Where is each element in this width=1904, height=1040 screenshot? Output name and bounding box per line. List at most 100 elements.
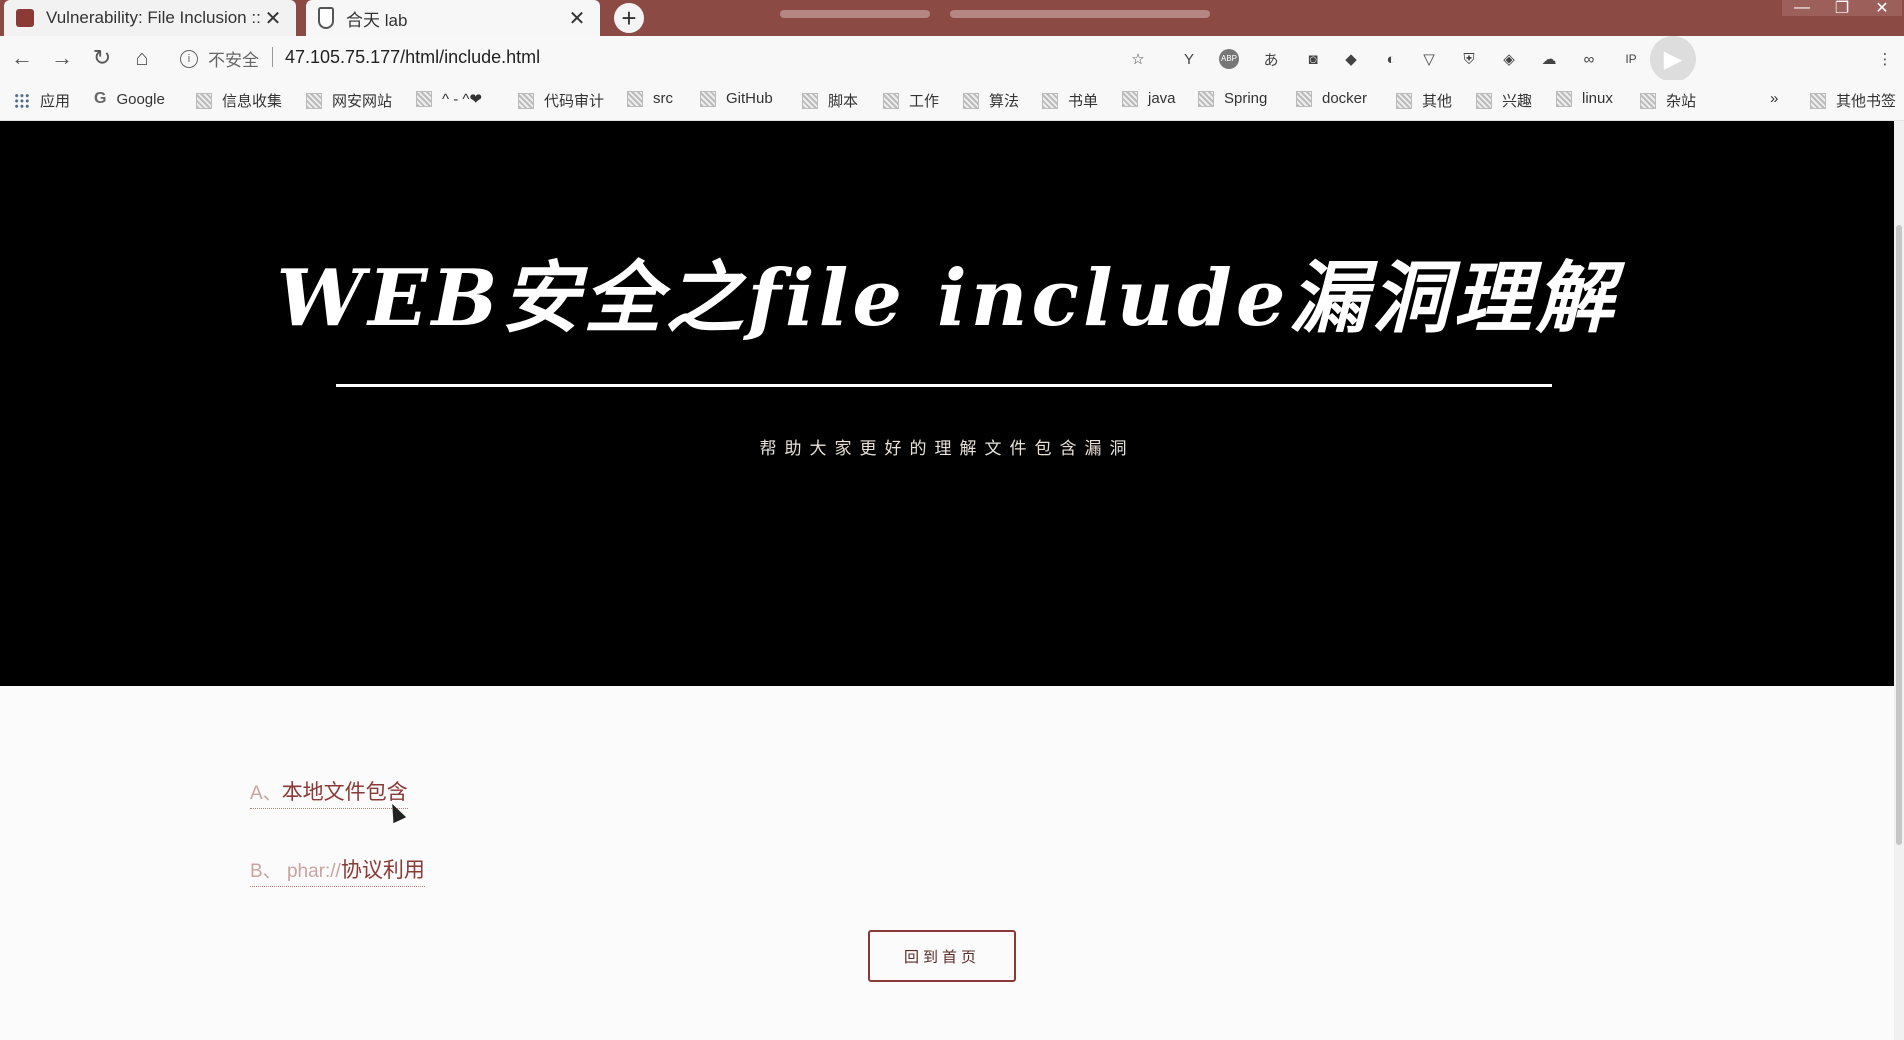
bookmark-folder[interactable]: 工作 xyxy=(883,90,939,111)
bookmark-folder[interactable]: 兴趣 xyxy=(1476,90,1532,111)
bookmark-folder[interactable]: 其他 xyxy=(1396,90,1452,111)
bookmark-folder[interactable]: Spring xyxy=(1198,90,1267,107)
hero-subtitle: 帮助大家更好的理解文件包含漏洞 xyxy=(759,439,1135,458)
bookmark-folder[interactable]: docker xyxy=(1296,90,1367,107)
tab-hetian-lab[interactable]: 合天 lab ✕ xyxy=(306,0,600,36)
close-window-icon[interactable]: ✕ xyxy=(1862,0,1902,17)
bookmark-folder[interactable]: 书单 xyxy=(1042,90,1098,111)
bookmark-folder[interactable]: src xyxy=(627,90,673,107)
bookmark-folder[interactable]: 算法 xyxy=(963,90,1019,111)
shield-favicon-icon xyxy=(318,7,334,29)
bookmarks-overflow-button[interactable]: » xyxy=(1770,90,1778,107)
apps-icon xyxy=(14,92,30,109)
folder-icon xyxy=(1476,92,1492,109)
back-icon[interactable]: ← xyxy=(8,44,36,72)
bookmark-label: Google xyxy=(116,90,165,108)
folder-icon xyxy=(1640,92,1656,109)
tab-file-inclusion[interactable]: Vulnerability: File Inclusion :: D ✕ xyxy=(4,0,296,36)
bookmark-apps[interactable]: 应用 xyxy=(14,90,70,111)
bookmark-label: java xyxy=(1148,90,1176,107)
forward-icon[interactable]: → xyxy=(48,44,76,72)
new-tab-button[interactable]: + xyxy=(614,3,644,33)
content-section: A、本地文件包含 B、 phar://协议利用 回到首页 xyxy=(0,686,1894,1040)
dvwa-favicon-icon xyxy=(16,9,34,27)
back-to-home-button[interactable]: 回到首页 xyxy=(868,930,1016,982)
link-prefix: B、 phar:// xyxy=(250,861,341,882)
folder-icon xyxy=(518,92,534,109)
bookmark-folder[interactable]: 代码审计 xyxy=(518,90,604,111)
link-label: 协议利用 xyxy=(340,859,425,882)
diamond-icon[interactable]: ◈ xyxy=(1498,48,1520,70)
folder-icon xyxy=(1556,90,1572,107)
translate-icon[interactable]: あ xyxy=(1260,48,1282,70)
bookmark-folder[interactable]: linux xyxy=(1556,90,1613,107)
bookmark-label: src xyxy=(653,90,673,107)
security-label: 不安全 xyxy=(208,51,259,70)
folder-icon xyxy=(1122,90,1138,107)
home-icon[interactable]: ⌂ xyxy=(128,44,156,72)
bookmark-label: docker xyxy=(1322,90,1368,107)
bookmark-folder[interactable]: 网安网站 xyxy=(306,90,392,111)
folder-icon xyxy=(883,92,899,109)
swirl-icon[interactable]: ◐ xyxy=(1380,48,1402,70)
hero-divider xyxy=(336,384,1552,387)
bookmark-folder[interactable]: ^ - ^❤ xyxy=(416,90,482,108)
bookmark-google[interactable]: G Google xyxy=(94,90,165,108)
tab-title: 合天 lab xyxy=(346,10,408,30)
maximize-icon[interactable]: ❐ xyxy=(1822,0,1862,17)
folder-icon xyxy=(196,92,212,109)
link-icon[interactable]: ∞ xyxy=(1578,48,1600,70)
menu-icon[interactable]: ⋮ xyxy=(1874,48,1896,70)
bookmark-folder[interactable]: 信息收集 xyxy=(196,90,282,111)
hero-banner: WEB安全之file include漏洞理解 帮助大家更好的理解文件包含漏洞 xyxy=(0,121,1894,686)
link-prefix: A、 xyxy=(250,783,282,804)
close-icon[interactable]: ✕ xyxy=(566,6,588,31)
bookmark-label: 工作 xyxy=(909,93,940,110)
folder-icon xyxy=(1810,92,1826,109)
bookmark-label: 代码审计 xyxy=(544,93,605,110)
tab-strip: Vulnerability: File Inclusion :: D ✕ 合天 … xyxy=(0,0,1904,36)
bookmark-folder[interactable]: 脚本 xyxy=(802,90,858,111)
bookmark-label: 书单 xyxy=(1068,93,1099,110)
other-bookmarks[interactable]: 其他书签 xyxy=(1810,90,1896,111)
bookmark-label: 网安网站 xyxy=(332,93,393,110)
bookmark-label: 信息收集 xyxy=(222,93,283,110)
browser-toolbar: ← → ↻ ⌂ i 不安全 47.105.75.177/html/include… xyxy=(0,36,1904,82)
ip-icon[interactable]: IP xyxy=(1620,48,1642,70)
folder-icon xyxy=(963,92,979,109)
watermark-play-icon: ▶ xyxy=(1650,36,1696,82)
bookmark-folder[interactable]: 杂站 xyxy=(1640,90,1696,111)
robot-icon[interactable]: ◙ xyxy=(1302,48,1324,70)
scrollbar-thumb[interactable] xyxy=(1896,225,1902,845)
bookmark-label: GitHub xyxy=(726,90,773,107)
reload-icon[interactable]: ↻ xyxy=(88,44,116,72)
folder-icon xyxy=(627,90,643,107)
close-icon[interactable]: ✕ xyxy=(262,6,284,31)
bookmark-folder[interactable]: GitHub xyxy=(700,90,773,107)
bookmark-label: Spring xyxy=(1224,90,1268,107)
bookmark-label: 杂站 xyxy=(1666,93,1697,110)
pocket-icon[interactable]: ▽ xyxy=(1418,48,1440,70)
security-indicator[interactable]: i 不安全 xyxy=(180,46,259,71)
bookmark-label: 其他 xyxy=(1422,93,1453,110)
url-input[interactable]: 47.105.75.177/html/include.html xyxy=(285,47,540,68)
cloud-icon[interactable]: ☁ xyxy=(1538,48,1560,70)
fork-icon[interactable]: Y xyxy=(1178,48,1200,70)
star-icon[interactable]: ☆ xyxy=(1127,48,1149,70)
address-separator xyxy=(272,47,273,67)
hero-title: WEB安全之file include漏洞理解 xyxy=(276,253,1618,344)
abp-icon[interactable]: ABP xyxy=(1218,48,1240,70)
bookmark-label: 其他书签 xyxy=(1836,93,1897,110)
phar-protocol-link[interactable]: B、 phar://协议利用 xyxy=(250,854,425,887)
bookmark-label: 兴趣 xyxy=(1502,93,1533,110)
bookmark-label: linux xyxy=(1582,90,1613,107)
minimize-icon[interactable]: — xyxy=(1782,0,1822,16)
box-icon[interactable]: ◆ xyxy=(1340,48,1362,70)
folder-icon xyxy=(1198,90,1214,107)
blurred-title-region xyxy=(950,10,1210,18)
shield-icon[interactable]: ⛨ xyxy=(1458,48,1480,70)
info-icon: i xyxy=(180,49,198,68)
tab-title: Vulnerability: File Inclusion :: D xyxy=(46,8,262,27)
bookmark-folder[interactable]: java xyxy=(1122,90,1176,107)
local-file-include-link[interactable]: A、本地文件包含 xyxy=(250,776,408,809)
